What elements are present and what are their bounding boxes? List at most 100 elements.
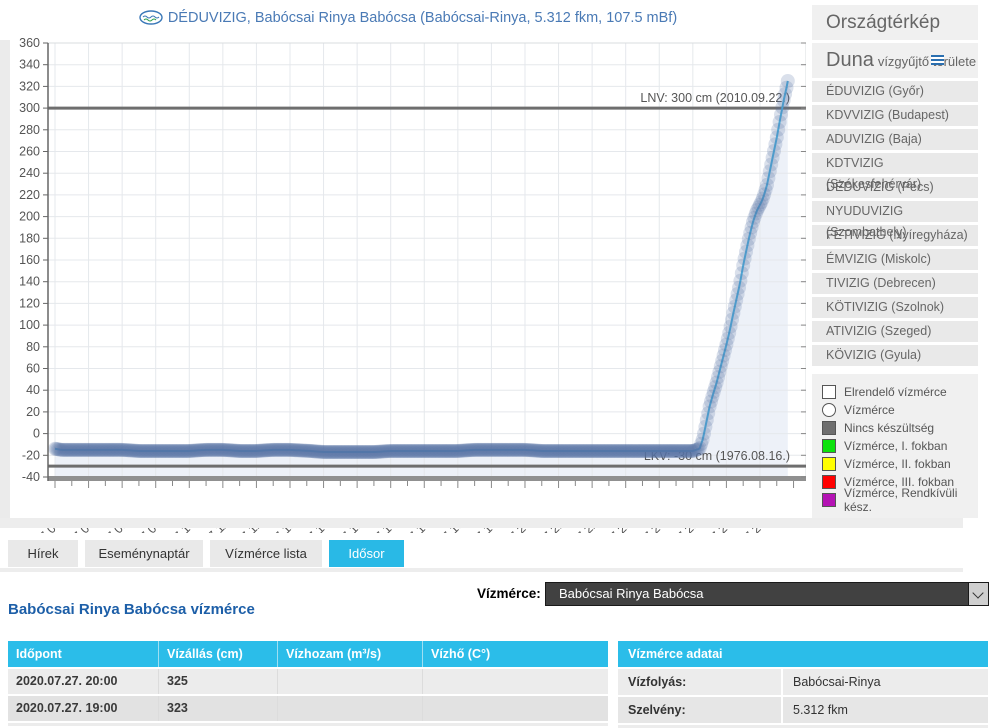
y-tick-label: 0: [33, 427, 40, 441]
y-tick-label: 40: [26, 383, 40, 397]
page-left-gutter: [0, 40, 10, 527]
y-tick-label: 280: [19, 123, 40, 137]
series-line: [55, 81, 788, 452]
legend-swatch-icon: [822, 439, 836, 453]
legend-item: Vízmérce, II. fokban: [822, 455, 978, 473]
sidebar-items: ÉDUVIZIG (Győr) KDVVIZIG (Budapest) ADUVIZ…: [812, 81, 978, 366]
chart-panel: DÉDUVIZIG, Babócsai Rinya Babócsa (Babóc…: [10, 0, 806, 533]
column-header: Időpont: [8, 641, 158, 667]
legend-label: Vízmérce, Rendkívüli kész.: [844, 486, 978, 514]
y-tick-label: 140: [19, 275, 40, 289]
legend-swatch-icon: [822, 457, 836, 471]
measurements-table: IdőpontVízállás (cm)Vízhozam (m³/s)Vízhő…: [8, 641, 608, 726]
sidebar-item[interactable]: KDTVIZIG (Székesfehérvár): [812, 153, 978, 174]
legend-item: Elrendelő vízmérce: [822, 383, 978, 401]
tab-id-sor[interactable]: Idősor: [329, 540, 404, 567]
legend-label: Vízmérce, I. fokban: [844, 439, 947, 453]
sidebar-map-title[interactable]: Országtérkép: [812, 5, 978, 40]
chart-title-row: DÉDUVIZIG, Babócsai Rinya Babócsa (Babóc…: [10, 10, 806, 26]
y-tick-label: 220: [19, 188, 40, 202]
chevron-down-icon[interactable]: [968, 583, 988, 605]
series-area: [55, 81, 788, 477]
legend: Elrendelő vízmérce Vízmérce Nincs készülts…: [812, 374, 978, 518]
reference-lines: LNV: 300 cm (2010.09.22.)LKV: -30 cm (19…: [48, 91, 806, 466]
legend-item: Vízmérce, I. fokban: [822, 437, 978, 455]
y-tick-label: 320: [19, 79, 40, 93]
sidebar-item[interactable]: ATIVIZIG (Szeged): [812, 321, 978, 342]
legend-item: Nincs készültség: [822, 419, 978, 437]
y-tick-label: -40: [22, 470, 40, 484]
table-cell: [422, 696, 608, 721]
sidebar-basin-title-main: Duna: [826, 49, 874, 71]
sidebar-item[interactable]: ÉDUVIZIG (Győr): [812, 81, 978, 102]
sidebar-item[interactable]: ÉMVIZIG (Miskolc): [812, 249, 978, 270]
legend-swatch-icon: [822, 385, 836, 399]
sidebar-item[interactable]: KDVVIZIG (Budapest): [812, 105, 978, 126]
y-tick-label: 100: [19, 318, 40, 332]
table-cell: [422, 669, 608, 694]
sidebar: Országtérkép Dunavízgyűjtő területe ÉDUV…: [812, 5, 978, 369]
y-tick-label: 200: [19, 210, 40, 224]
info-value: Babócsai-Rinya: [783, 669, 988, 695]
y-tick-label: 260: [19, 145, 40, 159]
sidebar-item[interactable]: NYUDUVIZIG (Szombathely): [812, 201, 978, 222]
table-header-row: IdőpontVízállás (cm)Vízhozam (m³/s)Vízhő…: [8, 641, 608, 667]
sidebar-item[interactable]: KÖVIZIG (Gyula): [812, 345, 978, 366]
sidebar-item[interactable]: FETIVIZIG (Nyíregyháza): [812, 225, 978, 246]
sidebar-item[interactable]: KÖTIVIZIG (Szolnok): [812, 297, 978, 318]
y-tick-label: 180: [19, 231, 40, 245]
y-tick-label: 60: [26, 362, 40, 376]
legend-label: Vízmérce: [844, 403, 895, 417]
info-value: 5.312 fkm: [783, 697, 988, 723]
info-row: Szelvény:5.312 fkm: [618, 697, 988, 723]
vizugy-logo-icon: [139, 10, 163, 25]
column-header: Vízhő (C°): [422, 641, 608, 667]
y-tick-label: -20: [22, 448, 40, 462]
table-cell: 2020.07.27. 19:00: [8, 696, 158, 721]
info-table-title: Vízmérce adatai: [618, 641, 988, 667]
tab-v-zm-rce-lista[interactable]: Vízmérce lista: [210, 540, 322, 567]
tab-bar: Hírek Eseménynaptár Vízmérce lista Idősor: [8, 540, 404, 567]
y-tick-label: 20: [26, 405, 40, 419]
legend-label: Elrendelő vízmérce: [844, 385, 947, 399]
table-cell: [277, 696, 422, 721]
station-info-table: Vízmérce adataiVízfolyás:Babócsai-RinyaS…: [618, 641, 988, 728]
legend-label: Nincs készültség: [844, 421, 934, 435]
chart-title: DÉDUVIZIG, Babócsai Rinya Babócsa (Babóc…: [168, 10, 677, 26]
legend-item: Vízmérce, Rendkívüli kész.: [822, 491, 978, 509]
legend-swatch-icon: [822, 421, 836, 435]
y-tick-label: 240: [19, 166, 40, 180]
sidebar-item[interactable]: DÉDUVIZIG (Pécs): [812, 177, 978, 198]
y-tick-label: 160: [19, 253, 40, 267]
table-row: 2020.07.27. 20:00325: [8, 669, 608, 694]
sidebar-item[interactable]: ADUVIZIG (Baja): [812, 129, 978, 150]
table-cell: 325: [158, 669, 277, 694]
sidebar-item[interactable]: TIVIZIG (Debrecen): [812, 273, 978, 294]
legend-swatch-icon: [822, 493, 836, 507]
legend-swatch-icon: [822, 475, 836, 489]
station-select-value: Babócsai Rinya Babócsa: [559, 586, 704, 601]
table-cell: 2020.07.27. 20:00: [8, 669, 158, 694]
tab-esem-nynapt-r[interactable]: Eseménynaptár: [85, 540, 203, 567]
table-cell: 323: [158, 696, 277, 721]
sidebar-basin-title[interactable]: Dunavízgyűjtő területe: [812, 43, 978, 78]
station-select[interactable]: Babócsai Rinya Babócsa: [545, 582, 989, 606]
table-cell: [277, 669, 422, 694]
y-tick-label: 80: [26, 340, 40, 354]
separator-band-thin: [0, 568, 963, 572]
info-label: Vízfolyás:: [618, 669, 781, 695]
page-title: Babócsai Rinya Babócsa vízmérce: [8, 601, 255, 618]
station-select-label: Vízmérce:: [477, 582, 541, 606]
info-row: Vízfolyás:Babócsai-Rinya: [618, 669, 988, 695]
y-tick-label: 300: [19, 101, 40, 115]
table-row: 2020.07.27. 19:00323: [8, 696, 608, 721]
y-tick-label: 360: [19, 36, 40, 50]
info-label: Szelvény:: [618, 697, 781, 723]
reference-line-label: LNV: 300 cm (2010.09.22.): [640, 91, 790, 105]
separator-band: [0, 518, 963, 528]
y-tick-label: 120: [19, 296, 40, 310]
y-tick-label: 340: [19, 58, 40, 72]
chart-plot: LNV: 300 cm (2010.09.22.)LKV: -30 cm (19…: [10, 35, 806, 533]
tab-h-rek[interactable]: Hírek: [8, 540, 78, 567]
map-icon: [931, 55, 944, 65]
